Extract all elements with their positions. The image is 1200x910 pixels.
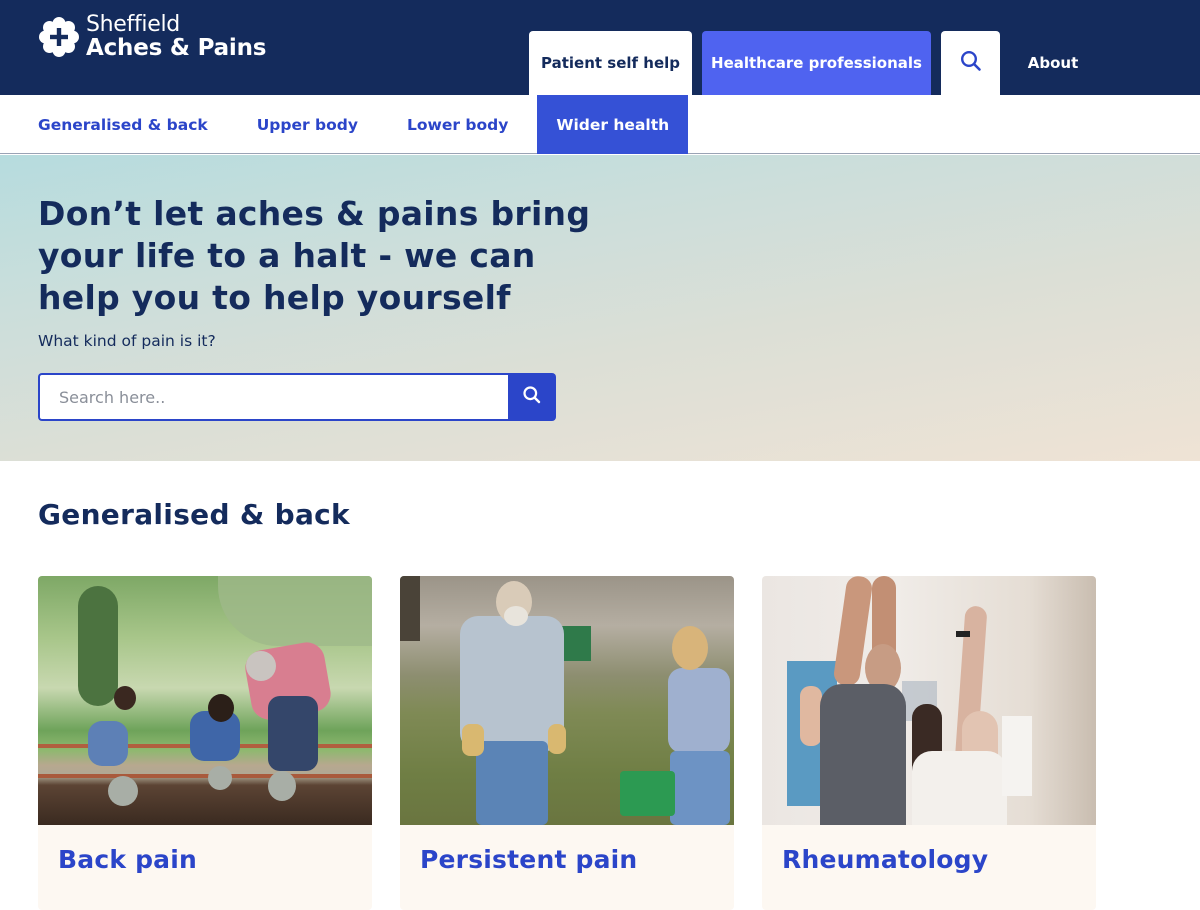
search-submit-button[interactable] [508,373,556,421]
site-logo[interactable]: Sheffield Aches & Pains [38,14,266,60]
search-icon [960,50,982,76]
hero-title: Don’t let aches & pains bring your life … [38,194,591,317]
pain-search [38,373,556,421]
subnav-generalised-back[interactable]: Generalised & back [38,95,208,154]
nav-about[interactable]: About [1000,31,1106,95]
card-title: Persistent pain [420,845,638,874]
top-navigation: Patient self help Healthcare professiona… [529,31,1106,95]
card-image [400,576,734,825]
search-input[interactable] [38,373,508,421]
logo-line-1: Sheffield [86,12,180,37]
logo-line-2: Aches & Pains [86,35,267,61]
card-image [762,576,1096,825]
sub-navigation: Generalised & back Upper body Lower body… [0,95,1200,154]
nav-search-button[interactable] [941,31,1000,95]
nav-patient-self-help[interactable]: Patient self help [529,31,692,95]
subnav-upper-body[interactable]: Upper body [257,95,358,154]
section-title: Generalised & back [38,498,350,531]
subnav-lower-body[interactable]: Lower body [407,95,508,154]
site-header: Sheffield Aches & Pains Patient self hel… [0,0,1200,95]
logo-text: Sheffield Aches & Pains [86,14,266,60]
subnav-wider-health[interactable]: Wider health [537,95,689,154]
card-rheumatology[interactable]: Rheumatology [762,576,1096,910]
card-title: Rheumatology [782,845,989,874]
flower-cross-icon [38,16,80,58]
card-image [38,576,372,825]
card-list: Back pain Persistent pain Rheumatology [38,576,1124,910]
hero-subtitle: What kind of pain is it? [38,332,216,350]
card-persistent-pain[interactable]: Persistent pain [400,576,734,910]
search-icon [522,385,542,409]
card-title: Back pain [58,845,198,874]
hero-banner: Don’t let aches & pains bring your life … [0,155,1200,461]
nav-healthcare-professionals[interactable]: Healthcare professionals [702,31,931,95]
card-back-pain[interactable]: Back pain [38,576,372,910]
